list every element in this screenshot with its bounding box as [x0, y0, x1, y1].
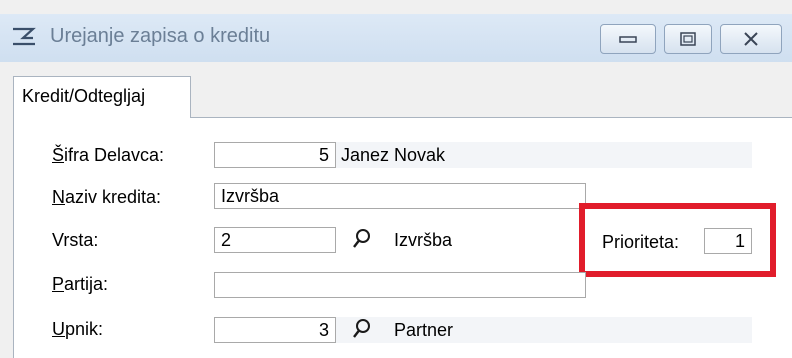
highlight-box [579, 203, 776, 277]
partija-label-text: artija: [64, 274, 109, 294]
maximize-button[interactable] [664, 24, 712, 54]
close-icon [744, 32, 758, 46]
naziv-kredita-label-text: aziv kredita: [65, 187, 162, 207]
close-button[interactable] [720, 24, 782, 54]
sifra-delavca-label-text: ifra Delavca: [64, 145, 165, 165]
search-icon[interactable] [352, 318, 372, 340]
upnik-name: Partner [394, 320, 454, 340]
upnik-label: Upnik: [52, 319, 103, 340]
upnik-input[interactable]: 3 [214, 317, 336, 343]
partija-input[interactable] [214, 272, 586, 298]
partija-label: Partija: [52, 274, 108, 295]
vrsta-name: Izvršba [394, 230, 453, 250]
worker-name: Janez Novak [341, 145, 446, 165]
tab-kredit-odtegljaj[interactable]: Kredit/Odtegljaj [13, 76, 191, 118]
sigma-icon [13, 27, 36, 46]
search-icon[interactable] [352, 228, 372, 250]
minimize-icon [619, 36, 637, 43]
naziv-kredita-label: Naziv kredita: [52, 187, 161, 208]
upnik-label-text: pnik: [65, 319, 104, 339]
dialog-window: Urejanje zapisa o kreditu Kredit/Odteglj… [0, 0, 792, 358]
partija-mnemonic: P [52, 274, 65, 294]
vrsta-label: Vrsta: [52, 230, 99, 250]
sifra-delavca-label: Šifra Delavca: [52, 145, 164, 166]
vrsta-input[interactable]: 2 [214, 227, 336, 253]
window-title: Urejanje zapisa o kreditu [50, 25, 271, 47]
naziv-kredita-mnemonic: N [52, 187, 65, 207]
upnik-mnemonic: U [52, 319, 65, 339]
minimize-button[interactable] [600, 24, 656, 54]
sifra-delavca-mnemonic: Š [52, 145, 65, 165]
sifra-delavca-input[interactable]: 5 [214, 142, 336, 168]
naziv-kredita-input[interactable]: Izvršba [214, 183, 586, 209]
maximize-icon [680, 32, 696, 46]
